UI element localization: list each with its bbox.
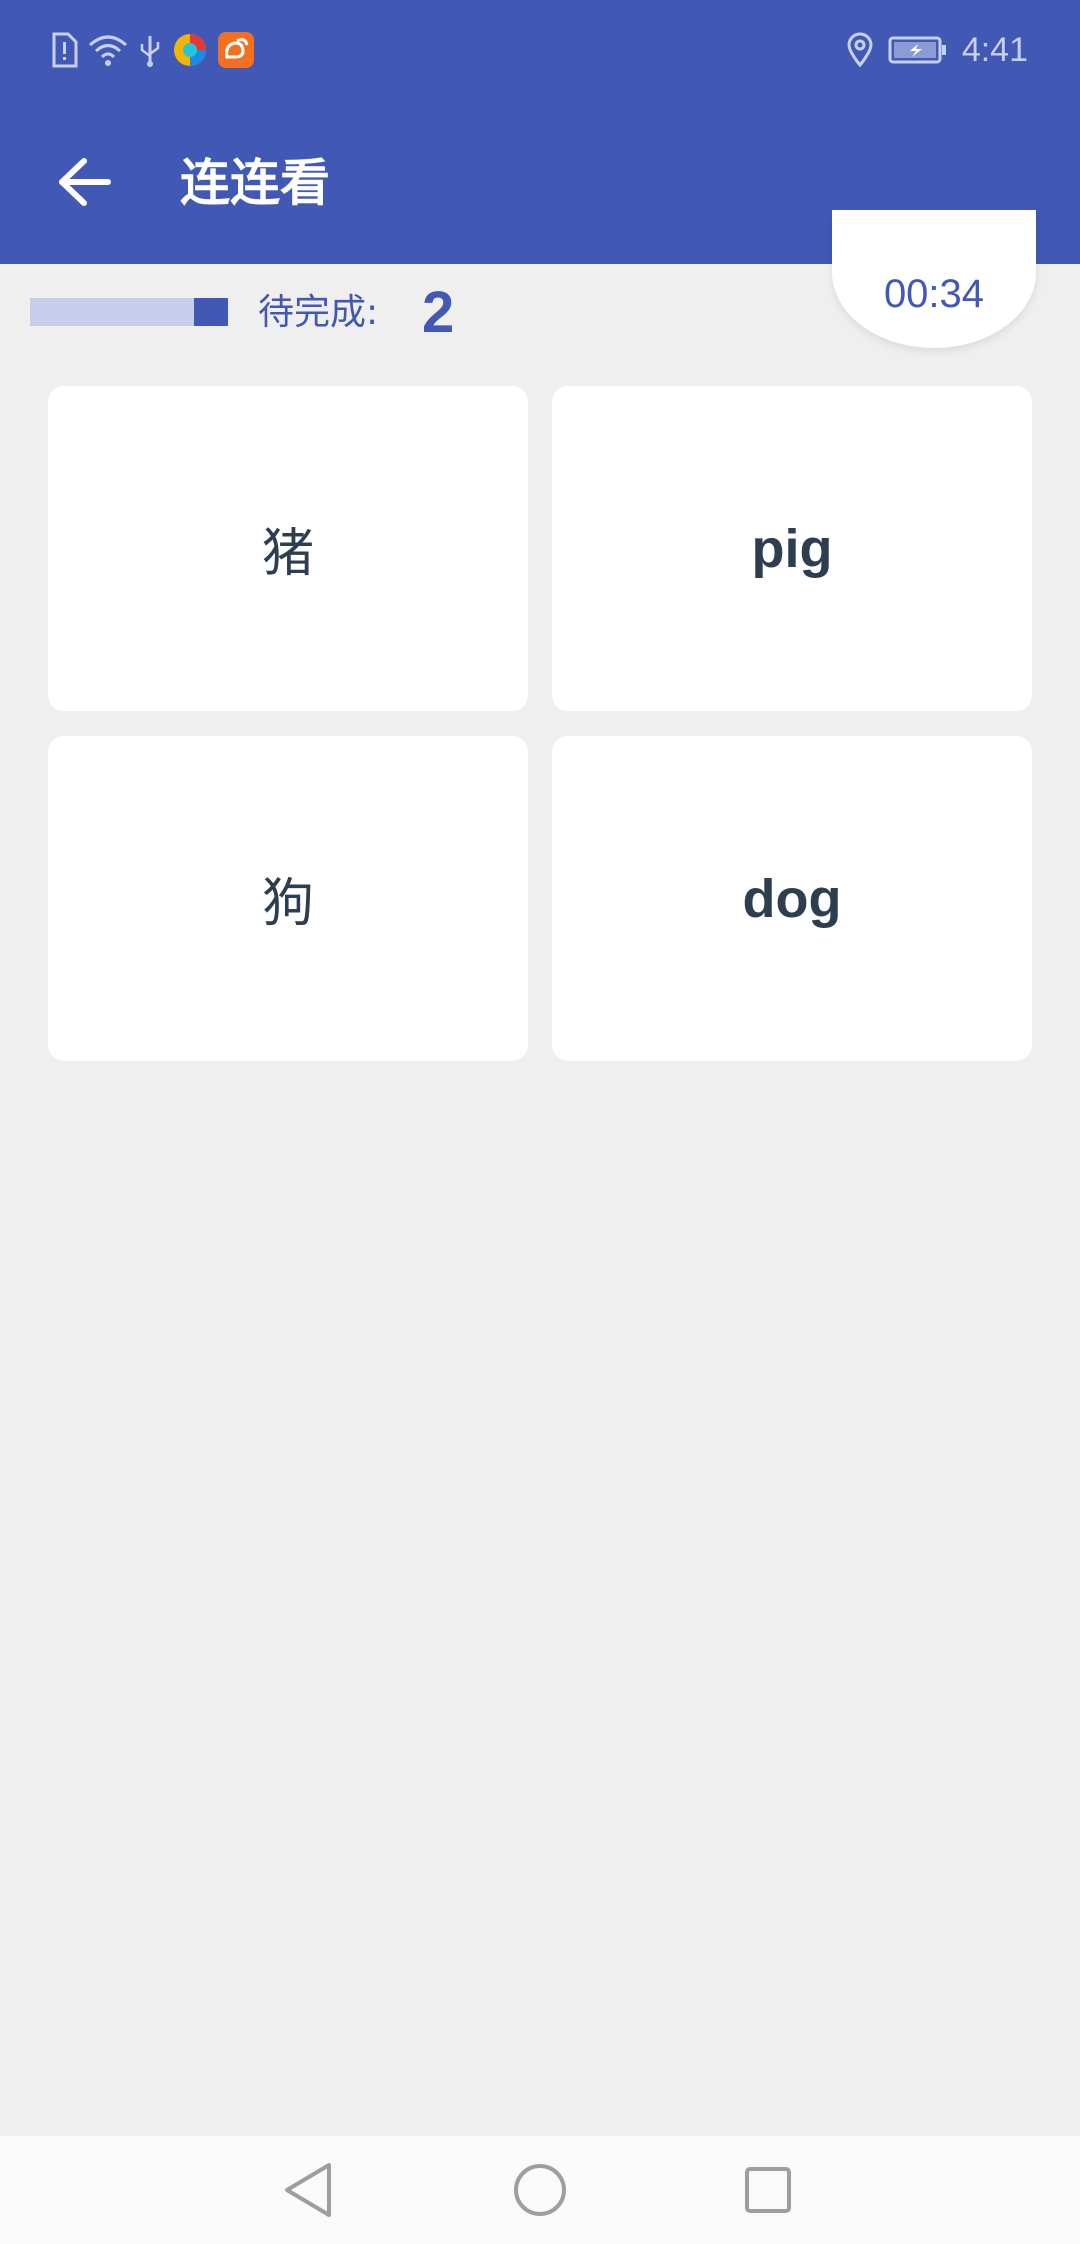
timer-badge: 00:34 <box>832 210 1036 348</box>
arrow-left-icon <box>59 158 111 206</box>
back-triangle-icon <box>285 2163 331 2217</box>
card-text: 狗 <box>261 874 314 934</box>
pending-label: 待完成: <box>258 292 379 333</box>
match-card[interactable]: pig <box>552 386 1032 711</box>
progress-bar <box>30 298 228 326</box>
system-nav-bar <box>0 2136 1080 2244</box>
sim-alert-icon <box>50 32 78 68</box>
match-card[interactable]: 狗 <box>48 736 528 1061</box>
status-icons-left <box>50 28 254 72</box>
battery-charging-icon <box>888 35 948 65</box>
status-icons-right: 4:41 <box>846 26 1028 74</box>
status-bar: 4:41 <box>0 0 1080 100</box>
card-text: 猪 <box>261 524 314 584</box>
wifi-icon <box>88 33 128 67</box>
usb-icon <box>138 32 162 68</box>
nav-recents-button[interactable] <box>736 2158 800 2222</box>
location-icon <box>846 32 874 68</box>
uc-browser-icon <box>218 32 254 68</box>
recents-square-icon <box>745 2167 791 2213</box>
nav-back-button[interactable] <box>276 2158 340 2222</box>
progress-bar-fill <box>194 298 228 326</box>
nav-home-button[interactable] <box>508 2158 572 2222</box>
browser-app-icon <box>172 32 208 68</box>
card-text: pig <box>751 518 833 579</box>
match-card[interactable]: dog <box>552 736 1032 1061</box>
pending-count: 2 <box>422 280 455 345</box>
timer-value: 00:34 <box>883 271 985 316</box>
page-title: 连连看 <box>180 154 330 212</box>
home-circle-icon <box>514 2164 566 2216</box>
match-card[interactable]: 猪 <box>48 386 528 711</box>
back-button[interactable] <box>44 142 124 222</box>
status-time: 4:41 <box>961 30 1028 69</box>
card-text: dog <box>742 868 842 929</box>
